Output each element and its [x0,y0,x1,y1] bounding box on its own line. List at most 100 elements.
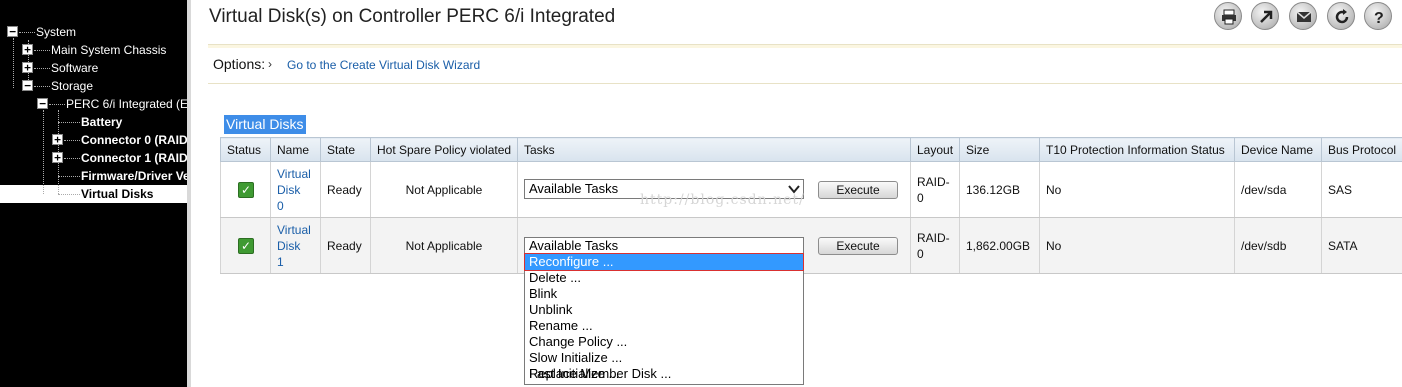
column-header-t10[interactable]: T10 Protection Information Status [1039,137,1235,162]
tree-connector [34,68,50,69]
task-option-replace-member-disk[interactable]: Replace Member Disk ... [525,366,803,382]
device-name-cell: /dev/sdb [1234,217,1322,274]
state-cell: Ready [320,161,371,218]
status-cell: ✓ [220,161,271,218]
column-header-tasks: Tasks [517,137,911,162]
tree-item-battery[interactable]: Battery [81,113,122,131]
tree-item-perc-controller[interactable]: PERC 6/i Integrated (E [66,95,187,113]
tree-connector [58,122,80,123]
column-header-bus-protocol[interactable]: Bus Protocol [1321,137,1402,162]
virtual-disk-1-link[interactable]: Virtual Disk 1 [277,222,314,270]
collapse-icon[interactable]: − [22,80,33,91]
name-line: Disk [277,238,301,253]
status-cell: ✓ [220,217,271,274]
layout-cell: RAID- 0 [910,161,960,218]
task-option-rename[interactable]: Rename ... [525,318,803,334]
task-option-change-policy[interactable]: Change Policy ... [525,334,803,350]
task-option-reconfigure[interactable]: Reconfigure ... [524,253,804,271]
bus-protocol-cell: SAS [1321,161,1402,218]
expand-icon[interactable]: + [52,152,63,163]
tree-item-system[interactable]: System [36,23,76,41]
tree-item-storage[interactable]: Storage [51,77,93,95]
task-select-value: Available Tasks [529,181,619,196]
tree-connector [58,176,80,177]
expand-icon[interactable]: + [22,44,33,55]
task-dropdown-list[interactable]: Available Tasks Reconfigure ... Delete .… [524,237,804,385]
layout-cell: RAID- 0 [910,217,960,274]
status-ok-icon: ✓ [238,237,254,254]
tree-connector [64,140,80,141]
chevron-right-icon: › [268,57,272,71]
tree-connector [13,38,14,88]
name-line: 0 [277,198,284,213]
hot-spare-cell: Not Applicable [370,161,518,218]
tree-connector [19,32,35,33]
layout-line: 0 [917,190,924,205]
expand-icon[interactable]: + [52,134,63,145]
name-cell: Virtual Disk 1 [270,217,321,274]
name-cell: Virtual Disk 0 [270,161,321,218]
hot-spare-cell: Not Applicable [370,217,518,274]
layout-line: 0 [917,246,924,261]
column-header-hot-spare[interactable]: Hot Spare Policy violated [370,137,518,162]
layout-line: RAID- [917,174,950,189]
expand-icon[interactable]: + [22,62,33,73]
bus-protocol-cell: SATA [1321,217,1402,274]
state-cell: Ready [320,217,371,274]
tree-item-software[interactable]: Software [51,59,98,77]
column-header-layout[interactable]: Layout [910,137,960,162]
create-virtual-disk-wizard-link[interactable]: Go to the Create Virtual Disk Wizard [287,58,480,72]
tree-connector [58,194,80,195]
virtual-disks-table: Status Name State Hot Spare Policy viola… [220,137,1402,274]
collapse-icon[interactable]: − [7,26,18,37]
name-line: Virtual [277,222,311,237]
execute-button-row-0[interactable]: Execute [818,181,898,199]
options-label: Options: [213,56,266,72]
column-header-device-name[interactable]: Device Name [1234,137,1322,162]
page-title: Virtual Disk(s) on Controller PERC 6/i I… [209,6,616,27]
name-line: Disk [277,182,301,197]
tree-item-connector-1[interactable]: Connector 1 (RAID) [81,149,187,167]
tree-item-connector-0[interactable]: Connector 0 (RAID) [81,131,187,149]
task-option-available-tasks[interactable]: Available Tasks [525,238,803,254]
layout-line: RAID- [917,230,950,245]
tree-item-virtual-disks[interactable]: Virtual Disks [81,185,153,203]
print-icon[interactable] [1214,2,1242,30]
t10-cell: No [1039,217,1235,274]
column-header-status[interactable]: Status [220,137,271,162]
watermark-text: http://blog.csdn.net/ [640,192,805,208]
tree-connector [49,104,65,105]
virtual-disk-0-link[interactable]: Virtual Disk 0 [277,166,314,214]
email-icon[interactable] [1289,2,1317,30]
refresh-icon[interactable] [1327,2,1355,30]
name-line: 1 [277,254,284,269]
table-row: ✓ Virtual Disk 0 Ready Not Applicable RA… [220,161,1402,218]
table-row: ✓ Virtual Disk 1 Ready Not Applicable RA… [220,217,1402,274]
navigation-tree: − + + − − + + System Main System Chassis… [0,0,187,387]
execute-button-row-1[interactable]: Execute [818,237,898,255]
tree-connector [34,86,50,87]
task-option-slow-initialize[interactable]: Slow Initialize ... [525,350,803,366]
task-option-spacer [525,382,803,386]
tree-connector [34,50,50,51]
pane-divider[interactable] [187,0,191,387]
help-icon[interactable]: ? [1364,2,1392,30]
collapse-icon[interactable]: − [37,98,48,109]
tree-item-firmware-driver[interactable]: Firmware/Driver Ve [81,167,187,185]
column-header-state[interactable]: State [320,137,371,162]
export-icon[interactable] [1251,2,1279,30]
column-header-size[interactable]: Size [959,137,1040,162]
options-bar: Options: › Go to the Create Virtual Disk… [208,44,1402,84]
column-header-name[interactable]: Name [270,137,321,162]
size-cell: 1,862.00GB [959,217,1040,274]
tree-item-main-system-chassis[interactable]: Main System Chassis [51,41,166,59]
task-option-unblink[interactable]: Unblink [525,302,803,318]
status-ok-icon: ✓ [238,181,254,198]
task-option-delete[interactable]: Delete ... [525,270,803,286]
size-cell: 136.12GB [959,161,1040,218]
tree-connector [64,158,80,159]
name-line: Virtual [277,166,311,181]
t10-cell: No [1039,161,1235,218]
task-option-blink[interactable]: Blink [525,286,803,302]
table-header-row: Status Name State Hot Spare Policy viola… [220,137,1402,162]
